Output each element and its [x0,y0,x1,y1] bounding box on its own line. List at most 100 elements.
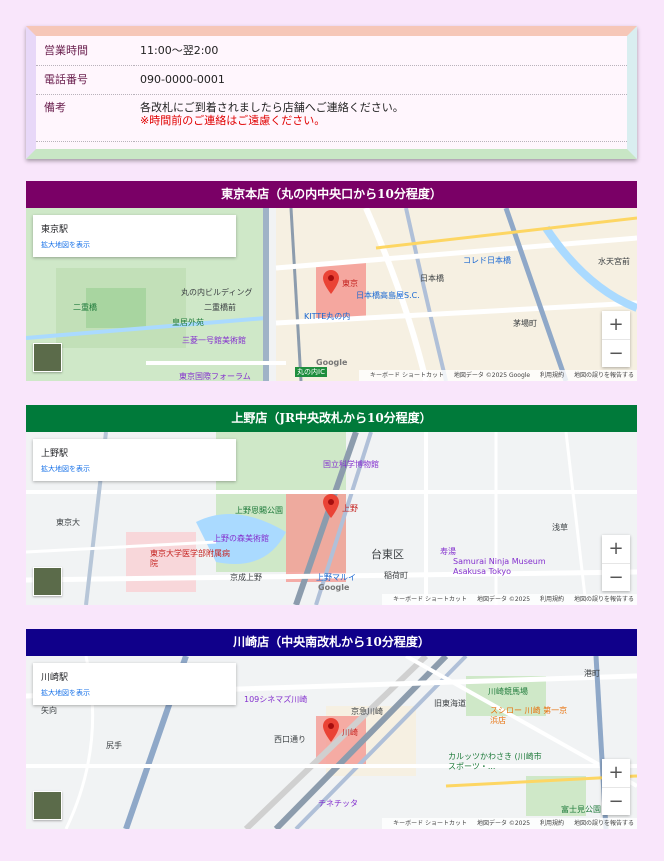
map-label: 二重橋 [73,303,97,312]
larger-map-link[interactable]: 拡大地図を表示 [41,688,228,698]
map-label: 上野の森美術館 [213,534,269,543]
map-label: 富士見公園 [561,805,601,814]
satellite-toggle[interactable] [33,343,62,372]
terms-link[interactable]: 利用規約 [540,372,564,379]
keyboard-shortcuts-link[interactable]: キーボード ショートカット [393,820,467,827]
map-label: 丸の内IC [295,367,327,377]
info-row-notes: 備考 各改札にご到着されましたら店舗へご連絡ください。 ※時間前のご連絡はご遠慮… [36,94,627,142]
store-info-table: 営業時間 11:00〜翌2:00 電話番号 090-0000-0001 備考 各… [36,36,627,142]
map-attribution: キーボード ショートカット 地図データ ©2025 Google 利用規約 地図… [359,370,637,381]
map-data-text: 地図データ ©2025 [476,596,531,603]
map-label: カルッツかわさき (川崎市スポーツ・... [448,752,542,771]
store-info-box: 営業時間 11:00〜翌2:00 電話番号 090-0000-0001 備考 各… [26,26,637,159]
info-label-notes: 備考 [36,94,134,142]
map-label: 東京 [342,279,358,288]
map-label: 川崎 [342,728,358,737]
map-kawasaki[interactable]: 川崎 109シネマズ川崎 京急川崎 西口通り チネチッタ 川崎競馬場 スシロー … [26,656,637,829]
zoom-controls: + − [602,535,630,591]
map-label: チネチッタ [318,799,358,808]
store-ueno: 上野店（JR中央改札から10分程度） 上野 国立科学博物館 上野恩賜公園 上野の… [26,405,637,605]
info-value-phone: 090-0000-0001 [134,65,627,95]
terms-link[interactable]: 利用規約 [540,596,564,603]
place-name: 川崎駅 [41,673,69,683]
map-label: 茅場町 [513,319,537,328]
keyboard-shortcuts-link[interactable]: キーボード ショートカット [393,596,467,603]
larger-map-link[interactable]: 拡大地図を表示 [41,240,228,250]
keyboard-shortcuts-link[interactable]: キーボード ショートカット [370,372,444,379]
store-kawasaki-title: 川崎店（中央南改札から10分程度） [26,629,637,656]
map-label: 上野 [342,504,358,513]
larger-map-link[interactable]: 拡大地図を表示 [41,464,228,474]
map-label: 丸の内ビルディング [181,288,253,297]
report-error-link[interactable]: 地図の誤りを報告する [574,372,634,379]
map-label: 港町 [584,669,600,678]
map-label: 水天宮前 [598,257,630,266]
map-label: Samurai Ninja Museum Asakusa Tokyo [453,557,546,576]
map-label: 川崎競馬場 [488,687,528,696]
map-label: 皇居外苑 [172,318,204,327]
report-error-link[interactable]: 地図の誤りを報告する [574,596,634,603]
store-ueno-title: 上野店（JR中央改札から10分程度） [26,405,637,432]
map-tokyo[interactable]: 東京 日本橋高島屋S.C. KITTE丸の内 丸の内ビルディング 二重橋前 皇居… [26,208,637,381]
map-label: 浅草 [552,523,568,532]
zoom-in-button[interactable]: + [602,759,630,788]
map-ueno[interactable]: 上野 国立科学博物館 上野恩賜公園 上野の森美術館 東京大学医学部附属病院 台東… [26,432,637,605]
map-label: 尻手 [106,741,122,750]
map-label: 上野恩賜公園 [235,506,283,515]
map-label: 国立科学博物館 [323,460,379,469]
map-label: 旧東海道 [434,699,466,708]
satellite-toggle[interactable] [33,567,62,596]
map-attribution: キーボード ショートカット 地図データ ©2025 利用規約 地図の誤りを報告す… [382,594,637,605]
map-label: 稲荷町 [384,571,408,580]
map-label: 日本橋 [420,274,444,283]
location-pin-icon[interactable] [323,494,339,518]
map-label: 東京国際フォーラム [179,372,251,381]
map-label: 寿湯 [440,547,456,556]
satellite-toggle[interactable] [33,791,62,820]
map-data-text: 地図データ ©2025 [476,820,531,827]
info-label-hours: 営業時間 [36,36,134,66]
zoom-out-button[interactable]: − [602,340,630,368]
info-value-notes: 各改札にご到着されましたら店舗へご連絡ください。 ※時間前のご連絡はご遠慮くださ… [134,94,627,142]
notes-warning: ※時間前のご連絡はご遠慮ください。 [140,114,326,127]
terms-link[interactable]: 利用規約 [540,820,564,827]
place-name: 上野駅 [41,449,69,459]
map-data-text: 地図データ ©2025 Google [453,372,531,379]
store-tokyo: 東京本店（丸の内中央口から10分程度） 東京 日本橋高島屋S.C. KITTE丸… [26,181,637,381]
map-label: 109シネマズ川崎 [244,695,308,704]
map-label: スシロー 川崎 第一京浜店 [490,706,568,725]
map-label: 日本橋高島屋S.C. [356,291,420,300]
place-card: 上野駅 拡大地図を表示 [33,439,236,481]
store-tokyo-title: 東京本店（丸の内中央口から10分程度） [26,181,637,208]
info-label-phone: 電話番号 [36,65,134,95]
map-label: コレド日本橋 [463,256,511,265]
map-label: 京成上野 [230,573,262,582]
store-kawasaki: 川崎店（中央南改札から10分程度） 川崎 109シネマズ川崎 京急川崎 西口通り… [26,629,637,829]
map-label: 京急川崎 [351,707,383,716]
notes-text: 各改札にご到着されましたら店舗へご連絡ください。 [140,101,404,114]
zoom-in-button[interactable]: + [602,311,630,340]
zoom-in-button[interactable]: + [602,535,630,564]
place-card: 川崎駅 拡大地図を表示 [33,663,236,705]
zoom-out-button[interactable]: − [602,788,630,816]
map-label: 東京大学医学部附属病院 [150,549,230,568]
info-row-phone: 電話番号 090-0000-0001 [36,65,627,95]
map-label: KITTE丸の内 [304,312,351,321]
map-label: 二重橋前 [204,303,236,312]
location-pin-icon[interactable] [323,718,339,742]
location-pin-icon[interactable] [323,270,339,294]
info-row-hours: 営業時間 11:00〜翌2:00 [36,36,627,66]
map-label: 東京大 [56,518,80,527]
place-name: 東京駅 [41,225,69,235]
report-error-link[interactable]: 地図の誤りを報告する [574,820,634,827]
map-attribution: キーボード ショートカット 地図データ ©2025 利用規約 地図の誤りを報告す… [382,818,637,829]
map-label: 台東区 [371,548,404,561]
map-label: 上野マルイ [316,573,356,582]
zoom-out-button[interactable]: − [602,564,630,592]
info-value-hours: 11:00〜翌2:00 [134,36,627,66]
place-card: 東京駅 拡大地図を表示 [33,215,236,257]
google-logo: Google [318,583,350,592]
google-logo: Google [316,358,348,367]
zoom-controls: + − [602,759,630,815]
map-label: 西口通り [274,735,306,744]
